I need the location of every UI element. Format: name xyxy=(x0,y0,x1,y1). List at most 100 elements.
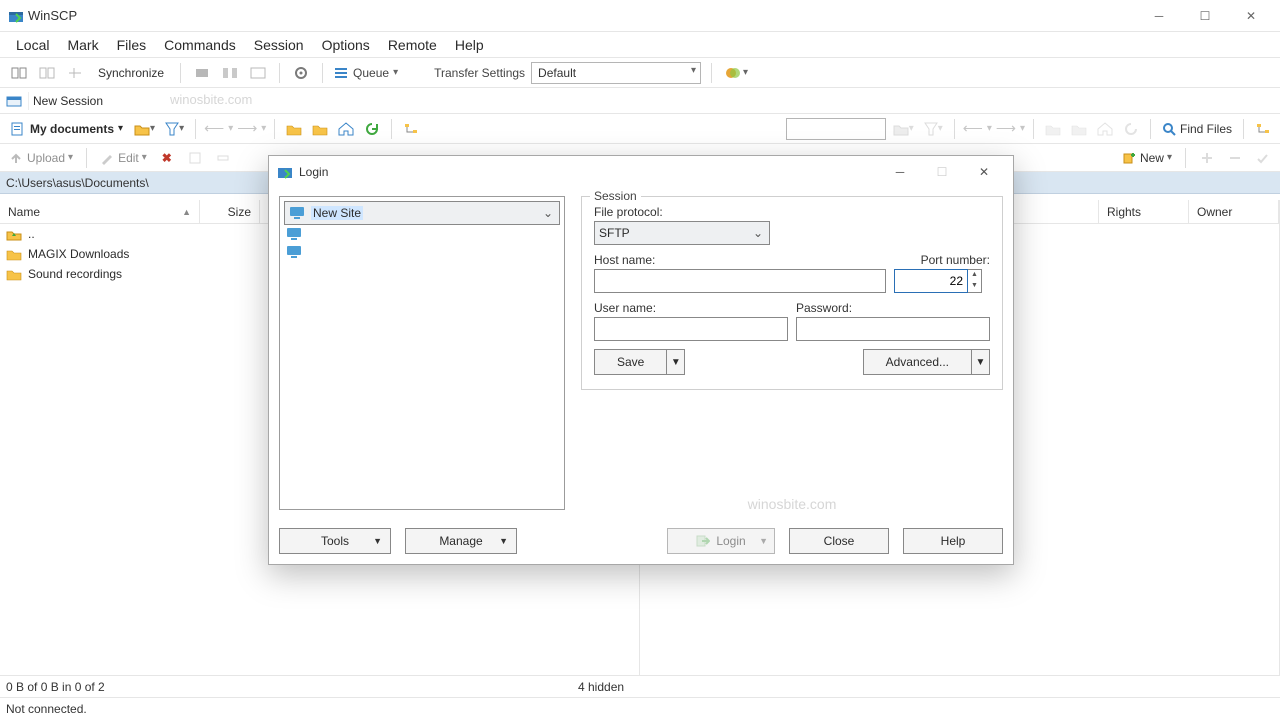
sync-left-icon[interactable] xyxy=(8,62,30,84)
tools-label: Tools xyxy=(321,534,349,548)
host-input[interactable] xyxy=(594,269,886,293)
delete-icon[interactable]: ✖ xyxy=(156,147,178,169)
sync-browse-icon[interactable] xyxy=(64,62,86,84)
remote-icon[interactable] xyxy=(191,62,213,84)
login-button[interactable]: Login xyxy=(667,528,775,554)
statusbar: 0 B of 0 B in 0 of 2 4 hidden xyxy=(0,675,1280,697)
col-size[interactable]: Size xyxy=(200,200,260,223)
col-owner[interactable]: Owner xyxy=(1189,200,1279,223)
check-icon[interactable] xyxy=(1252,147,1274,169)
session-color-icon[interactable]: ▾ xyxy=(722,62,751,84)
advanced-button[interactable]: Advanced... ▼ xyxy=(863,349,990,375)
session-tab-new[interactable]: New Session xyxy=(28,92,113,110)
queue-icon xyxy=(333,66,349,80)
refresh-icon[interactable] xyxy=(361,118,383,140)
remote-tree-icon[interactable] xyxy=(1252,118,1274,140)
parent-folder-icon[interactable] xyxy=(283,118,305,140)
upload-label: Upload xyxy=(27,151,65,165)
sync-both-icon[interactable] xyxy=(36,62,58,84)
host-label: Host name: xyxy=(594,253,886,267)
menu-session[interactable]: Session xyxy=(248,35,310,55)
watermark-top: winosbite.com xyxy=(170,92,252,107)
open-folder-icon[interactable]: ▾ xyxy=(131,118,158,140)
site-tree[interactable]: New Site xyxy=(279,196,565,510)
advanced-dropdown-icon[interactable]: ▼ xyxy=(971,350,989,374)
forward-icon[interactable]: ⟶ xyxy=(237,120,257,137)
tools-button[interactable]: Tools xyxy=(279,528,391,554)
menu-local[interactable]: Local xyxy=(10,35,55,55)
properties-icon[interactable] xyxy=(184,147,206,169)
menu-help[interactable]: Help xyxy=(449,35,490,55)
plus-icon[interactable] xyxy=(1196,147,1218,169)
remote-refresh-icon[interactable] xyxy=(1120,118,1142,140)
title-text: WinSCP xyxy=(28,8,77,23)
local-drive-label: My documents xyxy=(30,122,114,136)
tree-site-2[interactable] xyxy=(284,243,560,261)
file-protocol-select[interactable]: SFTP xyxy=(594,221,770,245)
user-input[interactable] xyxy=(594,317,788,341)
tree-icon[interactable] xyxy=(400,118,422,140)
minus-icon[interactable] xyxy=(1224,147,1246,169)
password-input[interactable] xyxy=(796,317,990,341)
close-button[interactable]: Close xyxy=(789,528,889,554)
tree-label: New Site xyxy=(311,206,363,220)
status-connection: Not connected. xyxy=(6,702,87,716)
save-dropdown-icon[interactable]: ▼ xyxy=(666,350,684,374)
manage-button[interactable]: Manage xyxy=(405,528,517,554)
dialog-titlebar: Login ─ ☐ ✕ xyxy=(269,156,1013,188)
menu-mark[interactable]: Mark xyxy=(61,35,104,55)
home-folder-icon[interactable] xyxy=(335,118,357,140)
dialog-watermark: winosbite.com xyxy=(748,496,837,512)
transfer-settings-select[interactable]: Default xyxy=(531,62,701,84)
remote-forward-icon[interactable]: ⟶ xyxy=(996,120,1016,137)
dialog-footer: Tools Manage Login Close Help xyxy=(279,528,1003,554)
find-files-button[interactable]: Find Files xyxy=(1159,118,1235,140)
remote-home-icon[interactable] xyxy=(1094,118,1116,140)
minimize-icon[interactable]: ─ xyxy=(1136,1,1182,31)
find-files-label: Find Files xyxy=(1180,122,1232,136)
session-tab-label: New Session xyxy=(33,94,103,108)
port-input[interactable] xyxy=(894,269,968,293)
status-selection: 0 B of 0 B in 0 of 2 xyxy=(6,680,105,694)
dialog-close-icon[interactable]: ✕ xyxy=(963,158,1005,186)
menu-commands[interactable]: Commands xyxy=(158,35,242,55)
maximize-icon[interactable]: ☐ xyxy=(1182,1,1228,31)
queue-button[interactable]: Queue ▾ xyxy=(333,66,398,80)
synchronize-button[interactable]: Synchronize xyxy=(92,62,170,84)
help-button[interactable]: Help xyxy=(903,528,1003,554)
remote-parent-icon[interactable] xyxy=(1042,118,1064,140)
preferences-icon[interactable] xyxy=(290,62,312,84)
root-folder-icon[interactable] xyxy=(309,118,331,140)
col-rights[interactable]: Rights xyxy=(1099,200,1189,223)
remote-drive-selector[interactable] xyxy=(786,118,886,140)
local-drive-selector[interactable]: My documents ▾ xyxy=(6,118,127,140)
dialog-minimize-icon[interactable]: ─ xyxy=(879,158,921,186)
tree-new-site[interactable]: New Site xyxy=(284,201,560,225)
remote-open-folder-icon[interactable]: ▾ xyxy=(890,118,917,140)
remote-root-icon[interactable] xyxy=(1068,118,1090,140)
dialog-maximize-icon[interactable]: ☐ xyxy=(921,158,963,186)
remote-back-icon[interactable]: ⟵ xyxy=(963,120,983,137)
save-button[interactable]: Save ▼ xyxy=(594,349,685,375)
close-label: Close xyxy=(824,534,855,548)
close-icon[interactable]: ✕ xyxy=(1228,1,1274,31)
edit-button[interactable]: Edit ▾ xyxy=(97,147,150,169)
back-icon[interactable]: ⟵ xyxy=(204,120,224,137)
upload-button[interactable]: Upload ▾ xyxy=(6,147,76,169)
menu-options[interactable]: Options xyxy=(316,35,376,55)
menubar: Local Mark Files Commands Session Option… xyxy=(0,32,1280,58)
menu-remote[interactable]: Remote xyxy=(382,35,443,55)
filter-icon[interactable]: ▾ xyxy=(162,118,187,140)
tree-site-1[interactable] xyxy=(284,225,560,243)
console-icon[interactable] xyxy=(247,62,269,84)
col-name[interactable]: Name▲ xyxy=(0,200,200,223)
find-icon xyxy=(1162,122,1176,136)
transfer-settings-value: Default xyxy=(538,66,576,80)
rename-icon[interactable] xyxy=(212,147,234,169)
app-icon xyxy=(8,8,24,24)
remote-filter-icon[interactable]: ▾ xyxy=(921,118,946,140)
menu-files[interactable]: Files xyxy=(111,35,153,55)
port-spinner[interactable]: ▲▼ xyxy=(968,269,982,293)
new-button[interactable]: New ▾ xyxy=(1119,147,1175,169)
compare-icon[interactable] xyxy=(219,62,241,84)
